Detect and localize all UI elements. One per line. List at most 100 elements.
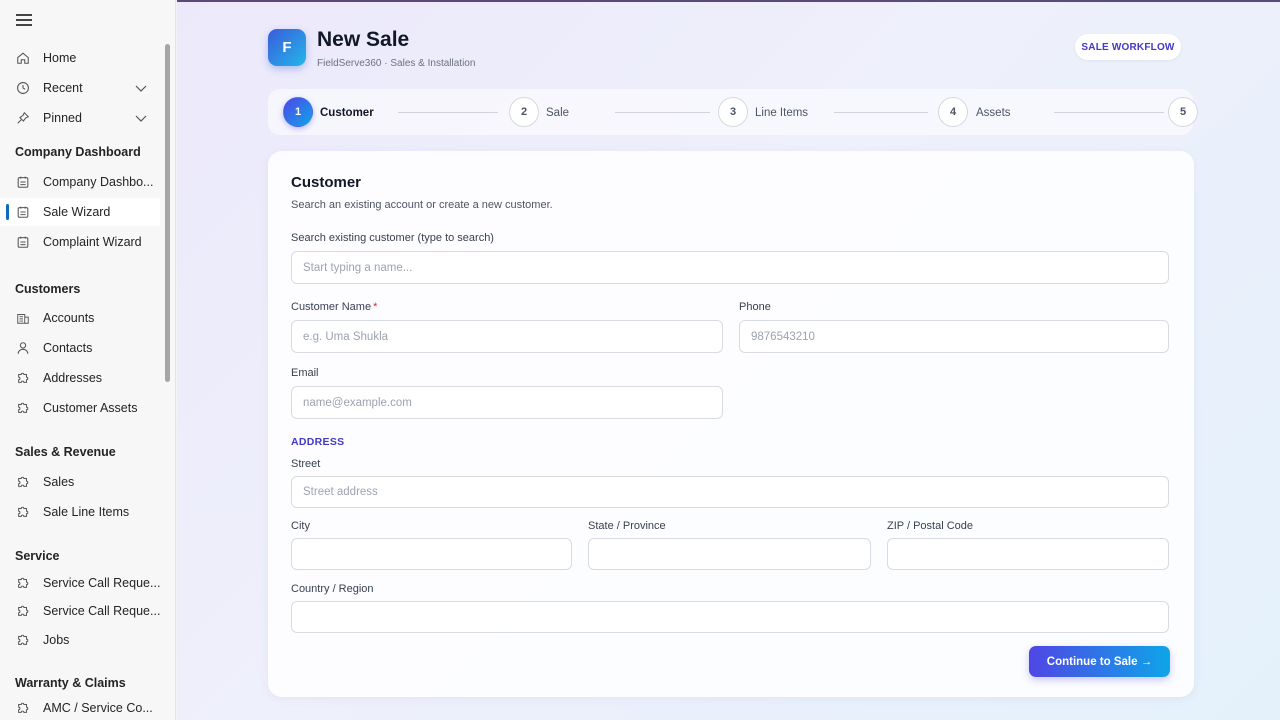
phone-input[interactable] [739,320,1169,353]
step-1-label[interactable]: Customer [320,107,374,119]
customer-name-label-text: Customer Name [291,301,372,313]
sidebar: Home Recent Pinned Company Dashboard Com… [0,0,176,720]
sidebar-item-complaint-wizard[interactable]: Complaint Wizard [0,228,160,256]
sidebar-item-contacts[interactable]: Contacts [0,334,160,362]
search-customer-input[interactable] [291,251,1169,284]
email-input[interactable] [291,386,723,419]
accounts-icon [15,310,31,326]
sale-workflow-badge: SALE WORKFLOW [1075,34,1181,60]
step-connector [615,112,710,113]
clock-icon [15,80,31,96]
sidebar-item-sale-wizard[interactable]: Sale Wizard [0,198,160,226]
address-section-heading: ADDRESS [291,436,345,448]
sidebar-item-label: Contacts [43,341,93,355]
sidebar-item-jobs[interactable]: Jobs [0,626,160,654]
sidebar-item-accounts[interactable]: Accounts [0,304,160,332]
chevron-down-icon[interactable] [134,81,148,95]
phone-label: Phone [739,301,771,313]
step-connector [398,112,498,113]
step-4-indicator[interactable]: 4 [938,97,968,127]
city-label: City [291,520,310,532]
step-2-indicator[interactable]: 2 [509,97,539,127]
sidebar-item-customer-assets[interactable]: Customer Assets [0,394,160,422]
customer-name-label: Customer Name * [291,301,377,313]
state-label: State / Province [588,520,666,532]
sidebar-item-home[interactable]: Home [0,44,160,72]
state-input[interactable] [588,538,871,570]
step-3-indicator[interactable]: 3 [718,97,748,127]
sidebar-item-amc-service-contracts[interactable]: AMC / Service Co... [0,694,160,720]
sidebar-item-company-dashboard[interactable]: Company Dashbo... [0,168,160,196]
dashboard-icon [15,234,31,250]
sidebar-item-label: Service Call Reque... [43,576,161,590]
search-customer-label: Search existing customer (type to search… [291,232,494,244]
section-heading-company-dashboard: Company Dashboard [15,145,141,159]
sidebar-item-service-call-requests-2[interactable]: Service Call Reque... [0,597,160,625]
section-heading-sales-revenue: Sales & Revenue [15,445,116,459]
street-label: Street [291,458,321,470]
dashboard-icon [15,204,31,220]
sidebar-item-label: Addresses [43,371,103,385]
hamburger-menu-icon[interactable] [16,14,32,26]
puzzle-icon [15,700,31,716]
zip-input[interactable] [887,538,1169,570]
sidebar-scrollbar[interactable] [165,44,170,382]
step-1-indicator[interactable]: 1 [283,97,313,127]
dashboard-icon [15,174,31,190]
main-content: F New Sale FieldServe360 · Sales & Insta… [177,0,1280,720]
sidebar-item-label: Home [43,51,77,65]
zip-label: ZIP / Postal Code [887,520,974,532]
country-input[interactable] [291,601,1169,633]
sidebar-item-label: Pinned [43,111,82,125]
sidebar-item-pinned[interactable]: Pinned [0,104,160,132]
app-logo: F [268,29,306,66]
sidebar-item-label: Sale Line Items [43,505,130,519]
puzzle-icon [15,504,31,520]
sidebar-item-label: Complaint Wizard [43,235,142,249]
sidebar-item-sales[interactable]: Sales [0,468,160,496]
continue-to-sale-button[interactable]: Continue to Sale → [1029,646,1170,677]
puzzle-icon [15,575,31,591]
sidebar-item-service-call-requests-1[interactable]: Service Call Reque... [0,569,160,597]
step-5-indicator[interactable]: 5 [1168,97,1198,127]
card-title: Customer [291,174,362,191]
sidebar-item-label: AMC / Service Co... [43,701,153,715]
customer-name-input[interactable] [291,320,723,353]
chevron-down-icon[interactable] [134,111,148,125]
home-icon [15,50,31,66]
section-heading-customers: Customers [15,282,81,296]
page-subtitle: FieldServe360 · Sales & Installation [317,58,476,69]
sidebar-item-label: Service Call Reque... [43,604,161,618]
sidebar-item-label: Customer Assets [43,401,138,415]
section-heading-warranty-claims: Warranty & Claims [15,676,126,690]
street-input[interactable] [291,476,1169,508]
country-label: Country / Region [291,583,374,595]
sidebar-item-sale-line-items[interactable]: Sale Line Items [0,498,160,526]
sidebar-item-recent[interactable]: Recent [0,74,160,102]
step-connector [1054,112,1164,113]
pin-icon [15,110,31,126]
sidebar-item-label: Sales [43,475,75,489]
step-3-label[interactable]: Line Items [755,107,808,119]
sidebar-item-label: Recent [43,81,83,95]
person-icon [15,340,31,356]
step-connector [834,112,928,113]
section-heading-service: Service [15,549,60,563]
sidebar-item-addresses[interactable]: Addresses [0,364,160,392]
city-input[interactable] [291,538,572,570]
required-mark: * [373,301,378,313]
sidebar-item-label: Jobs [43,633,70,647]
step-2-label[interactable]: Sale [546,107,569,119]
puzzle-icon [15,632,31,648]
card-subtitle: Search an existing account or create a n… [291,199,553,211]
puzzle-icon [15,400,31,416]
top-border [177,0,1280,2]
page-title: New Sale [317,28,410,51]
puzzle-icon [15,474,31,490]
sidebar-item-label: Sale Wizard [43,205,111,219]
sidebar-item-label: Company Dashbo... [43,175,154,189]
wizard-stepper: 1 Customer 2 Sale 3 Line Items 4 Assets … [268,89,1198,135]
puzzle-icon [15,370,31,386]
step-4-label[interactable]: Assets [976,107,1011,119]
puzzle-icon [15,603,31,619]
